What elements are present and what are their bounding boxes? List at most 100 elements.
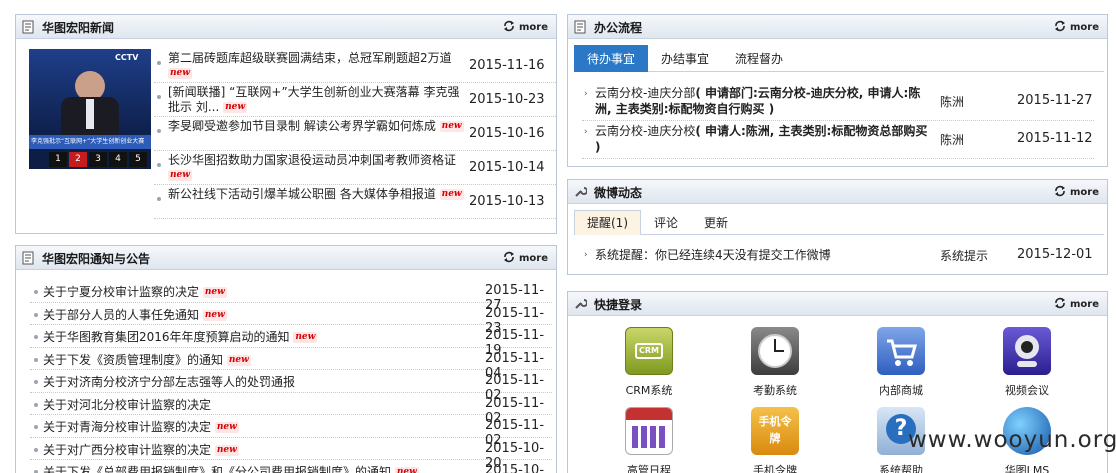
panel-title: 快捷登录 <box>594 298 643 312</box>
notice-item-title[interactable]: 关于对济南分校济宁分部左志强等人的处罚通报 <box>43 373 295 390</box>
news-item-title[interactable]: 李旻卿受邀参加节目录制 解读公考界学霸如何炼成 new <box>168 119 468 134</box>
tab-comments[interactable]: 评论 <box>641 210 691 235</box>
notice-item[interactable]: 关于下发《资质管理制度》的通知 new 2015-11-04 <box>30 348 552 381</box>
new-badge: new <box>168 68 193 79</box>
more-link[interactable]: more <box>1054 20 1099 33</box>
notice-item-title[interactable]: 关于对广西分校审计监察的决定 new <box>43 441 239 458</box>
more-link[interactable]: more <box>1054 185 1099 198</box>
app-phone-token[interactable]: 手机令牌 手机令牌 <box>730 407 820 473</box>
notice-item[interactable]: 关于宁夏分校审计监察的决定 new 2015-11-27 <box>30 280 552 313</box>
weibo-item-source: 系统提示 <box>940 249 989 263</box>
document-icon <box>22 251 34 265</box>
new-badge: new <box>439 121 464 132</box>
workflow-tabs: 待办事宜 办结事宜 流程督办 <box>574 45 1104 72</box>
video-pager-item[interactable]: 4 <box>109 152 127 167</box>
notice-list: 关于宁夏分校审计监察的决定 new 2015-11-27 关于部分人员的人事任免通知… <box>30 280 552 473</box>
workflow-item-text[interactable]: 云南分校-迪庆分部( 申请部门:云南分校-迪庆分校, 申请人:陈洲, 主表类别:… <box>595 85 935 117</box>
workflow-panel: 办公流程 more 待办事宜 办结事宜 流程督办 › 云南分校-迪庆分部( 申请… <box>567 14 1108 167</box>
news-panel: 华图宏阳新闻 more CCTV 李克强批示“互联网+”大学生创新创业大赛 12… <box>15 14 557 234</box>
news-item[interactable]: 第二届砖题库超级联赛圆满结束，总冠军刷题超2万道 new 2015-11-16 <box>154 49 556 83</box>
tab-pending[interactable]: 待办事宜 <box>574 45 649 72</box>
notice-item[interactable]: 关于下发《总部费用报销制度》和《分公司费用报销制度》的通知 new 2015-10… <box>30 460 552 473</box>
new-badge: new <box>202 309 227 321</box>
weibo-item[interactable]: › 系统提醒：你已经连续4天没有提交工作微博 系统提示 2015-12-01 <box>582 246 1094 268</box>
news-item-title[interactable]: 长沙华图招数助力国家退役运动员冲刺国考教师资格证 new <box>168 153 468 183</box>
news-item-title[interactable]: 新公社线下活动引爆羊城公职圈 各大媒体争相报道 new <box>168 187 468 202</box>
new-badge: new <box>214 422 239 433</box>
workflow-item-person: 陈洲 <box>940 95 965 109</box>
notice-item-title[interactable]: 关于对青海分校审计监察的决定 new <box>43 418 239 435</box>
phone-token-badge: 手机令牌 <box>758 415 792 445</box>
tab-updates[interactable]: 更新 <box>691 210 741 235</box>
news-video-thumbnail[interactable]: CCTV 李克强批示“互联网+”大学生创新创业大赛 12345 <box>29 49 151 169</box>
news-item[interactable]: [新闻联播] “互联网+”大学生创新创业大赛落幕 李克强批示 刘... new 2… <box>154 83 556 117</box>
more-link[interactable]: more <box>503 251 548 264</box>
arrow-icon: › <box>584 89 588 99</box>
app-label: 华图LMS <box>1004 464 1050 473</box>
weibo-tabs: 提醒(1) 评论 更新 <box>574 210 1104 235</box>
workflow-panel-header: 办公流程 more <box>568 15 1107 39</box>
clock-icon <box>751 327 799 375</box>
workflow-item-text[interactable]: 云南分校-迪庆分校( 申请人:陈洲, 主表类别:标配物资总部购买 ) <box>595 123 935 155</box>
notice-item-title[interactable]: 关于下发《总部费用报销制度》和《分公司费用报销制度》的通知 new <box>43 463 419 473</box>
notice-item-title[interactable]: 关于部分人员的人事任免通知 new <box>43 306 227 323</box>
bullet-icon <box>34 312 38 317</box>
notice-item-title[interactable]: 关于华图教育集团2016年年度预算启动的通知 new <box>43 328 318 345</box>
notice-item-title[interactable]: 关于下发《资质管理制度》的通知 new <box>43 351 251 368</box>
notice-item-title[interactable]: 关于对河北分校审计监察的决定 <box>43 396 211 413</box>
video-pager-item[interactable]: 3 <box>89 152 107 167</box>
arrow-icon: › <box>584 127 588 137</box>
news-panel-header: 华图宏阳新闻 more <box>16 15 556 39</box>
crm-badge: CRM <box>635 343 663 359</box>
workflow-item[interactable]: › 云南分校-迪庆分部( 申请部门:云南分校-迪庆分校, 申请人:陈洲, 主表类… <box>582 85 1094 121</box>
notice-panel: 华图宏阳通知与公告 more 关于宁夏分校审计监察的决定 new 2015-11-… <box>15 245 557 473</box>
notice-item[interactable]: 关于对河北分校审计监察的决定 2015-11-02 <box>30 393 552 426</box>
video-pager-item[interactable]: 5 <box>129 152 147 167</box>
notice-item-title[interactable]: 关于宁夏分校审计监察的决定 new <box>43 283 227 300</box>
new-badge: new <box>394 467 419 473</box>
news-item-date: 2015-11-16 <box>469 58 545 73</box>
tab-supervision[interactable]: 流程督办 <box>722 45 796 72</box>
news-item-title[interactable]: 第二届砖题库超级联赛圆满结束，总冠军刷题超2万道 new <box>168 51 468 81</box>
news-item-title[interactable]: [新闻联播] “互联网+”大学生创新创业大赛落幕 李克强批示 刘... new <box>168 85 468 115</box>
news-item[interactable]: 新公社线下活动引爆羊城公职圈 各大媒体争相报道 new 2015-10-13 <box>154 185 556 219</box>
new-badge: new <box>202 287 227 298</box>
app-video-conference[interactable]: 视频会议 <box>982 327 1072 398</box>
news-item-date: 2015-10-14 <box>469 160 545 175</box>
tab-completed[interactable]: 办结事宜 <box>648 45 722 72</box>
wrench-icon <box>575 299 587 309</box>
more-link[interactable]: more <box>503 20 548 33</box>
more-link[interactable]: more <box>1054 297 1099 310</box>
app-executive-schedule[interactable]: 高管日程 <box>604 407 694 473</box>
refresh-icon <box>1054 185 1065 197</box>
news-item[interactable]: 长沙华图招数助力国家退役运动员冲刺国考教师资格证 new 2015-10-14 <box>154 151 556 185</box>
bullet-icon <box>34 425 38 429</box>
wrench-icon <box>575 187 587 197</box>
app-crm[interactable]: CRM CRM系统 <box>604 327 694 398</box>
notice-item[interactable]: 关于华图教育集团2016年年度预算启动的通知 new 2015-11-19 <box>30 325 552 358</box>
panel-title: 华图宏阳通知与公告 <box>42 252 151 266</box>
tab-reminders[interactable]: 提醒(1) <box>574 210 641 235</box>
anchor-shirt <box>86 99 94 129</box>
app-label: 内部商城 <box>879 384 923 397</box>
video-pager-item[interactable]: 2 <box>69 152 87 167</box>
shopping-cart-icon <box>877 327 925 375</box>
news-item-date: 2015-10-13 <box>469 194 545 209</box>
new-badge: new <box>223 102 248 113</box>
notice-item[interactable]: 关于对广西分校审计监察的决定 new 2015-10-20 <box>30 438 552 471</box>
video-pager-item[interactable]: 1 <box>49 152 67 167</box>
app-attendance[interactable]: 考勤系统 <box>730 327 820 398</box>
app-label: 手机令牌 <box>753 464 797 473</box>
video-pager: 12345 <box>49 150 149 167</box>
workflow-item[interactable]: › 云南分校-迪庆分校( 申请人:陈洲, 主表类别:标配物资总部购买 ) 陈洲 … <box>582 123 1094 159</box>
notice-item[interactable]: 关于部分人员的人事任免通知 new 2015-11-23 <box>30 303 552 336</box>
app-internal-mall[interactable]: 内部商城 <box>856 327 946 398</box>
bullet-icon <box>157 197 161 201</box>
notice-panel-header: 华图宏阳通知与公告 more <box>16 246 556 270</box>
weibo-item-text[interactable]: 系统提醒：你已经连续4天没有提交工作微博 <box>595 247 935 263</box>
panel-title: 微博动态 <box>594 186 643 200</box>
news-item[interactable]: 李旻卿受邀参加节目录制 解读公考界学霸如何炼成 new 2015-10-16 <box>154 117 556 151</box>
notice-item[interactable]: 关于对青海分校审计监察的决定 new 2015-11-02 <box>30 415 552 448</box>
workflow-item-date: 2015-11-12 <box>1017 131 1093 146</box>
notice-item[interactable]: 关于对济南分校济宁分部左志强等人的处罚通报 2015-11-02 <box>30 370 552 403</box>
